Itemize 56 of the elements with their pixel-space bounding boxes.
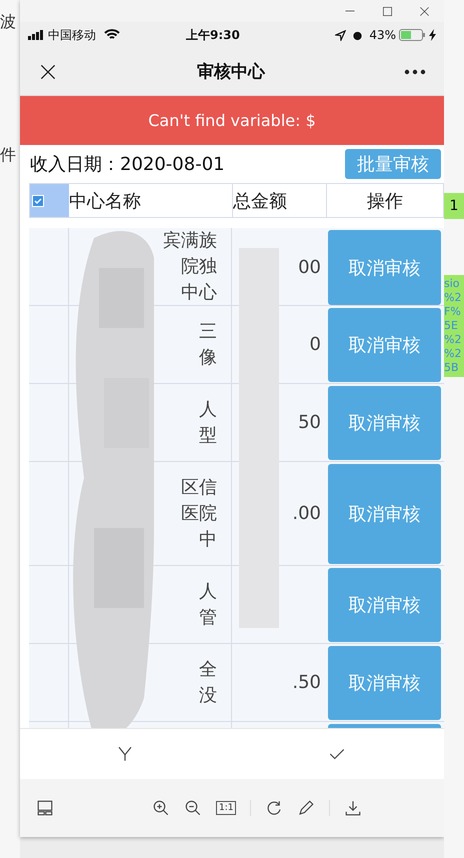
clock-text: 上午9:30	[186, 26, 240, 44]
table-cell: .50	[292, 672, 321, 693]
column-header: 操作	[367, 190, 403, 212]
carrier-text: 中国移动	[48, 26, 96, 44]
background-text: 件	[0, 144, 17, 166]
close-icon[interactable]	[419, 6, 430, 16]
column-header: 总金额	[233, 190, 287, 212]
table-cell-text: 全	[199, 658, 217, 682]
battery-text: 43%	[369, 28, 396, 42]
zoom-out-icon[interactable]	[184, 799, 202, 817]
table-cell-text: 中	[199, 528, 217, 552]
background-badge: 1	[444, 193, 464, 219]
table-cell-text: 三	[199, 320, 217, 344]
column-header: 中心名称	[69, 190, 141, 212]
error-banner: Can't find variable: $	[20, 96, 444, 145]
cancel-review-button[interactable]: 取消审核	[328, 386, 441, 460]
maximize-icon[interactable]	[382, 6, 393, 16]
pencil-icon[interactable]	[297, 799, 316, 817]
table-cell-text: 像	[199, 346, 217, 370]
actual-size-button[interactable]: 1:1	[216, 801, 236, 815]
table-cell: 00	[298, 256, 321, 278]
batch-review-button[interactable]: 批量审核	[345, 149, 441, 179]
background-text: 波	[0, 11, 17, 33]
cancel-review-button[interactable]: 取消审核	[328, 230, 441, 305]
more-icon[interactable]	[404, 68, 426, 74]
zoom-in-icon[interactable]	[152, 799, 170, 817]
checkmark-icon	[34, 196, 42, 204]
table-cell-text: 人	[199, 580, 217, 604]
download-icon[interactable]	[344, 799, 362, 817]
battery-icon	[399, 29, 426, 41]
table-cell-text: 中心	[181, 281, 217, 305]
location-icon	[335, 30, 346, 40]
table-cell: .00	[292, 503, 321, 524]
rotate-icon[interactable]	[265, 799, 284, 817]
income-date-text: 收入日期：2020-08-01	[30, 153, 225, 176]
table-cell: 50	[298, 412, 321, 433]
table-cell-text: 医院	[181, 502, 217, 526]
cancel-review-button[interactable]: 取消审核	[328, 464, 441, 564]
table-cell-text: 管	[199, 606, 217, 630]
table-cell-text: 型	[199, 424, 217, 448]
select-all-checkbox[interactable]	[32, 194, 44, 206]
cancel-review-button[interactable]: 取消审核	[328, 568, 441, 642]
layout-icon[interactable]	[36, 799, 54, 817]
filter-icon[interactable]	[116, 744, 134, 764]
signal-icon	[28, 30, 44, 40]
table-cell-text: 区信	[181, 476, 217, 500]
charging-icon	[429, 29, 436, 41]
table-cell-text: 没	[199, 684, 217, 708]
wifi-icon	[104, 29, 120, 41]
cancel-review-button[interactable]: 取消审核	[328, 308, 441, 382]
table-cell: 0	[310, 334, 321, 355]
cancel-review-button[interactable]: 取消审核	[328, 646, 441, 720]
table-cell-text: 院独	[181, 255, 217, 279]
table-cell-text: 宾满族	[163, 229, 217, 253]
page-title: 审核中心	[197, 61, 265, 83]
table-cell-text: 人	[199, 398, 217, 422]
